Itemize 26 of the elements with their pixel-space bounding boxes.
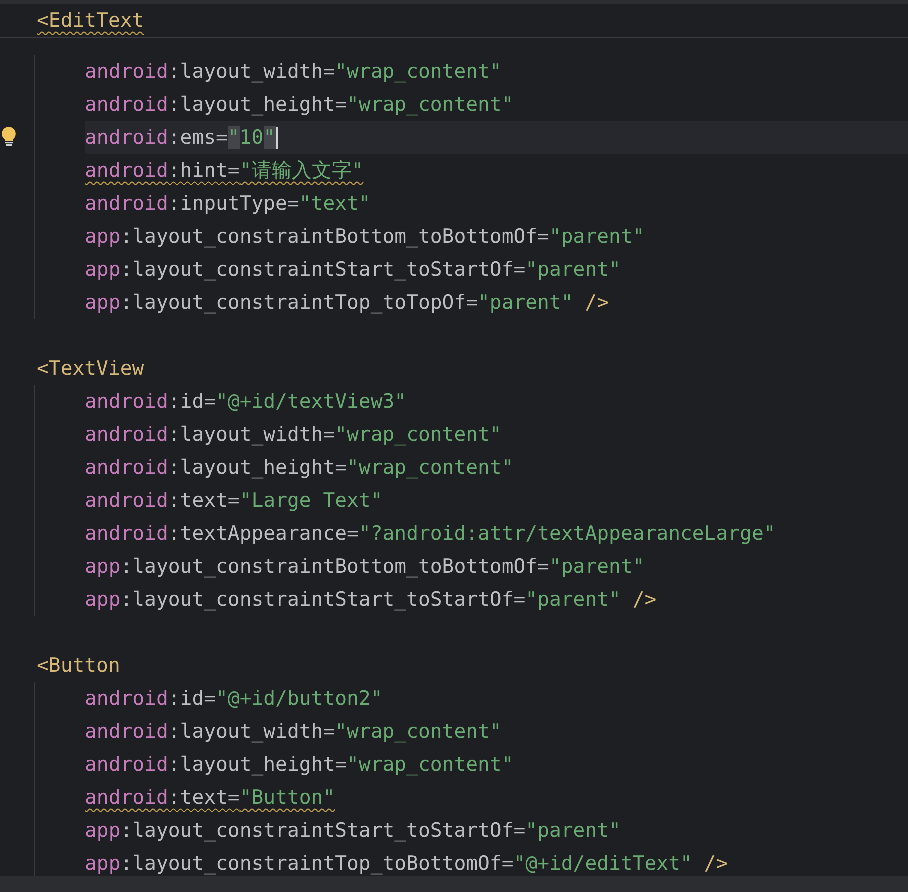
code-line: android:textAppearance="?android:attr/textAppearanceLarge": [85, 522, 776, 545]
code-line: <EditText: [37, 9, 144, 32]
code-line: app:layout_constraintStart_toStartOf="parent" />: [85, 588, 657, 611]
code-line: android:hint="请输入文字": [85, 158, 364, 184]
code-line: android:layout_height="wrap_content": [85, 753, 514, 776]
text-cursor: [276, 126, 278, 148]
code-line: app:layout_constraintTop_toBottomOf="@+id/editText" />: [85, 852, 728, 875]
code-line: android:text="Large Text": [85, 489, 383, 512]
code-line: android:layout_height="wrap_content": [85, 456, 514, 479]
code-line: app:layout_constraintBottom_toBottomOf="parent": [85, 225, 645, 248]
code-line: app:layout_constraintBottom_toBottomOf="parent": [85, 555, 645, 578]
code-line: <Button: [37, 654, 120, 677]
code-line: android:text="Button": [85, 786, 336, 809]
code-line: android:inputType="text": [85, 192, 371, 215]
lightbulb-icon[interactable]: [0, 126, 18, 148]
code-line: android:layout_height="wrap_content": [85, 93, 514, 116]
code-line: app:layout_constraintTop_toTopOf="parent" />: [85, 291, 609, 314]
code-line: app:layout_constraintStart_toStartOf="parent": [85, 258, 621, 281]
code-line: android:layout_width="wrap_content": [85, 60, 502, 83]
code-line: android:layout_width="wrap_content": [85, 423, 502, 446]
code-line: <TextView: [37, 357, 144, 380]
code-line: app:layout_constraintStart_toStartOf="parent": [85, 819, 621, 842]
code-line: android:ems="10": [85, 126, 276, 149]
code-line: android:id="@+id/textView3": [85, 390, 407, 413]
code-line: android:id="@+id/button2": [85, 687, 383, 710]
code-line: android:layout_width="wrap_content": [85, 720, 502, 743]
